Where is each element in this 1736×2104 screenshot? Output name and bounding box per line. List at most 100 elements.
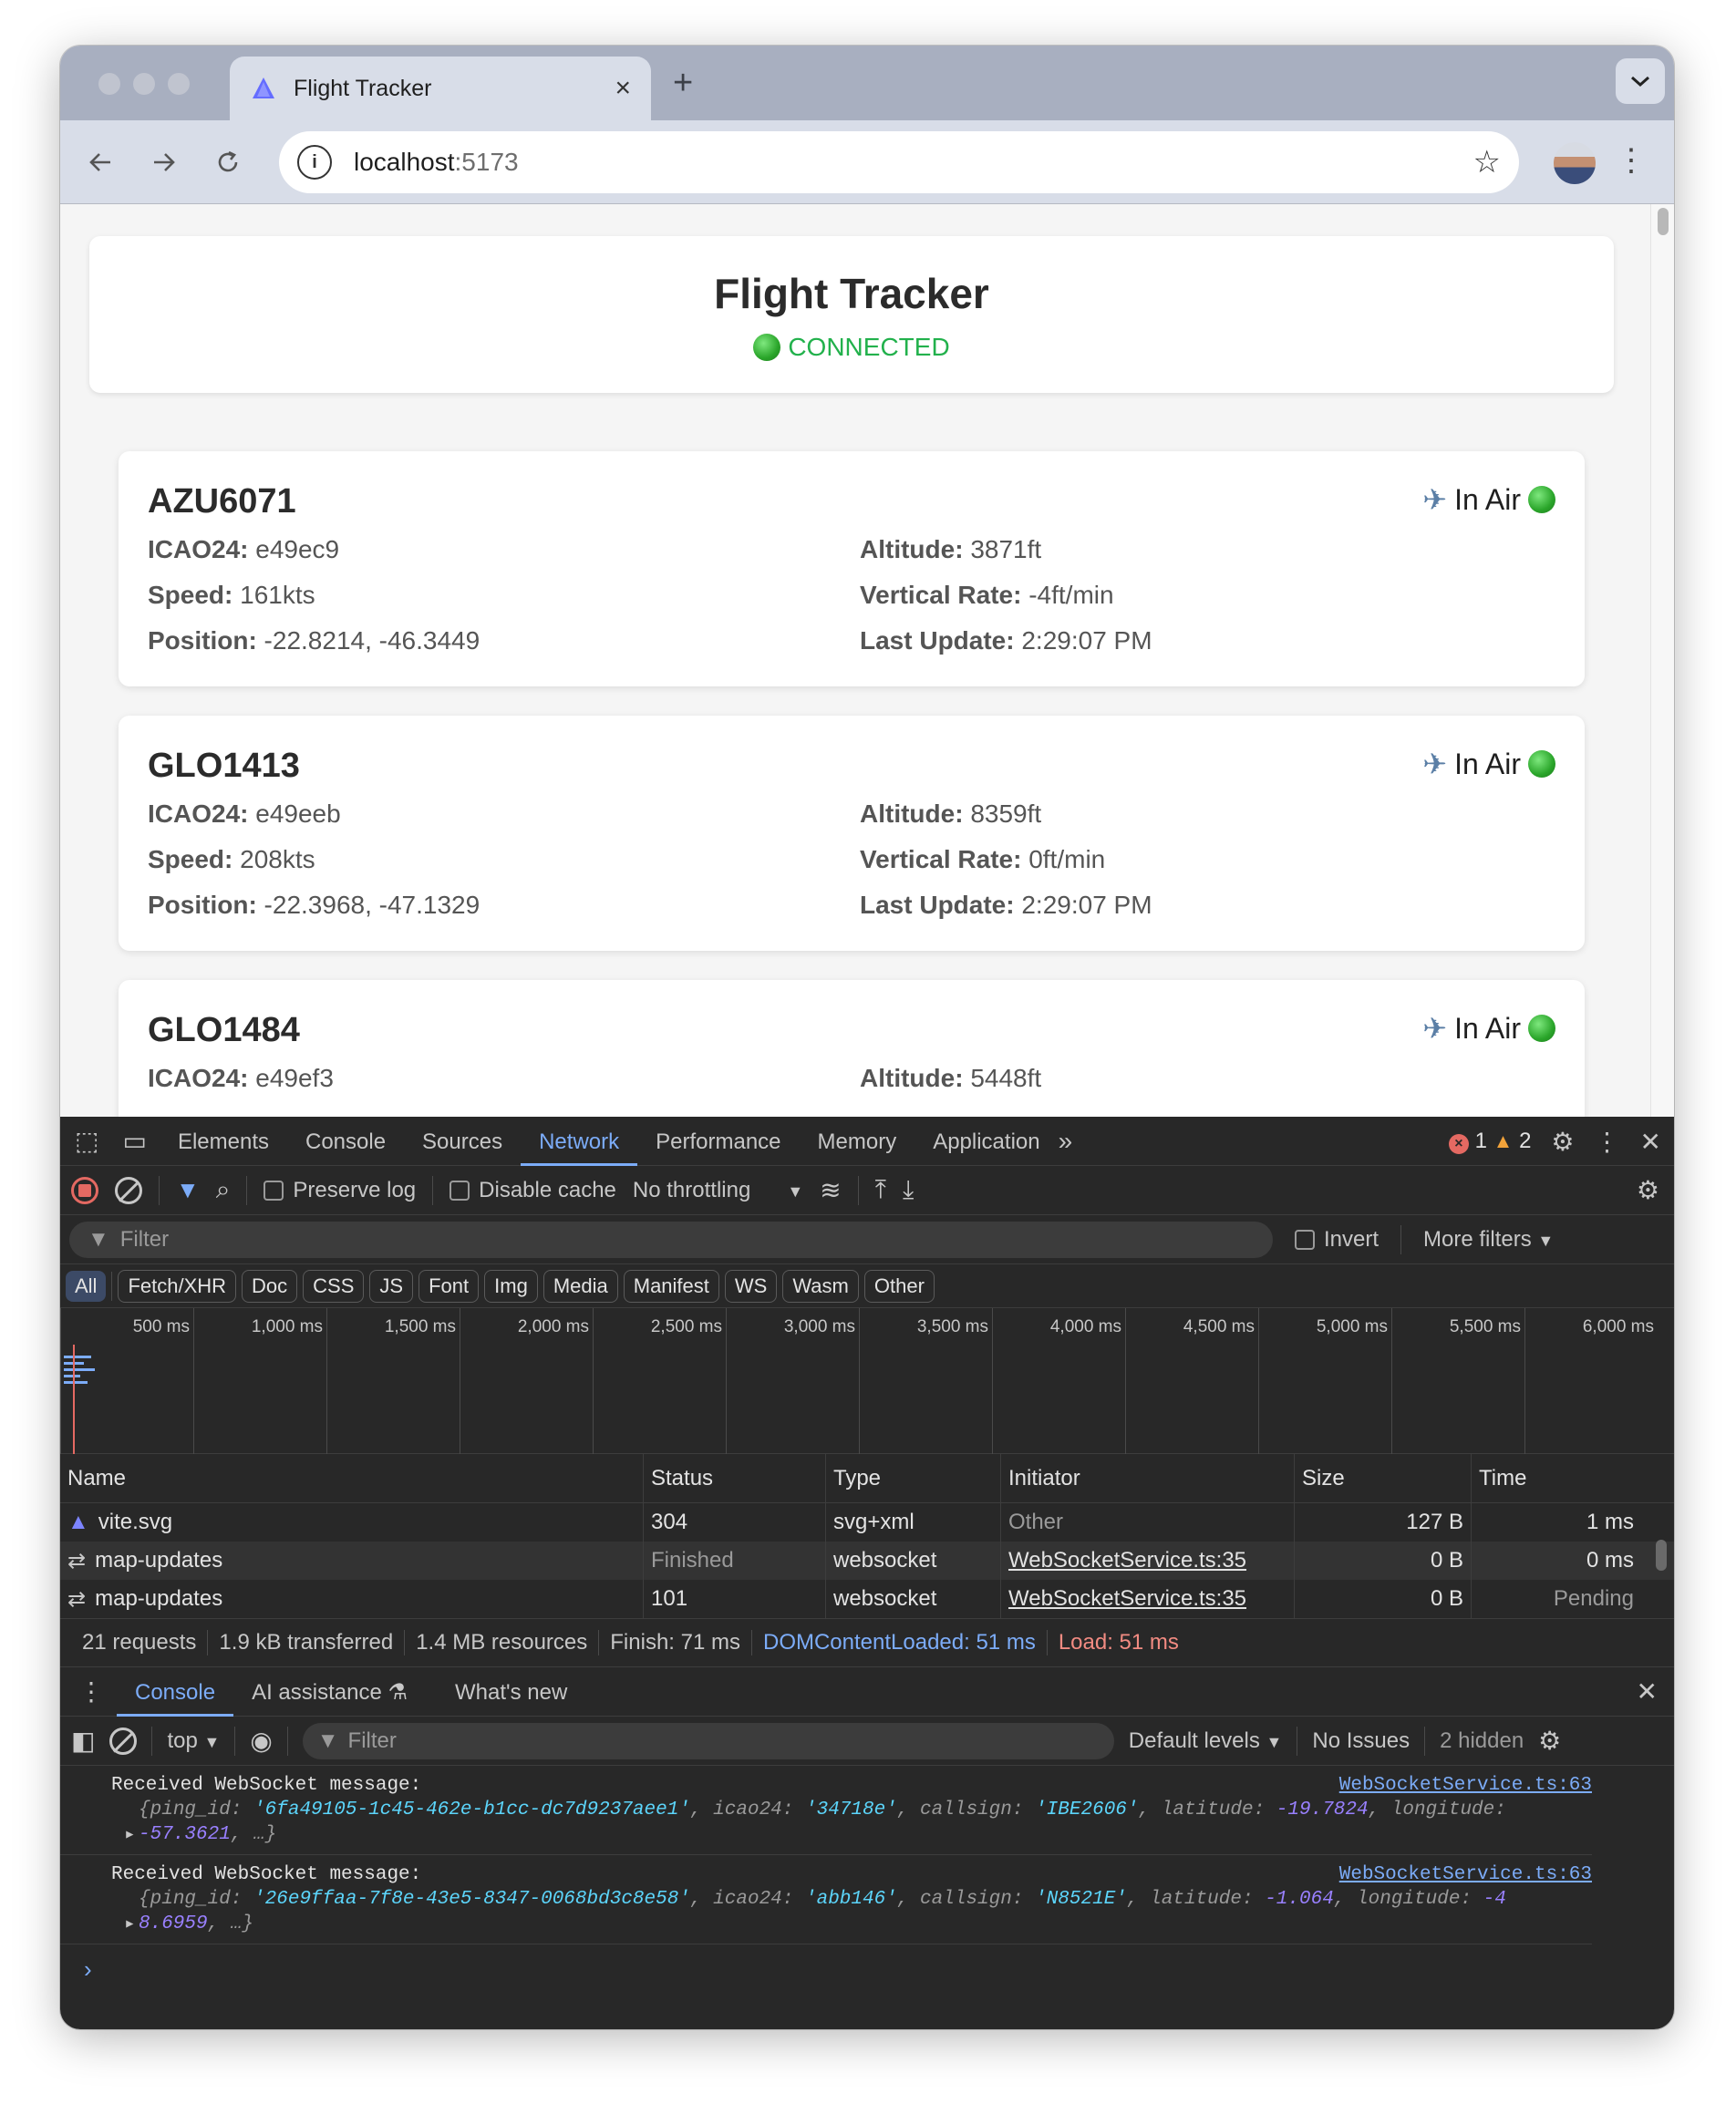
- console-filter-input[interactable]: ▼ Filter: [302, 1722, 1114, 1759]
- filter-funnel-icon[interactable]: ▼: [176, 1176, 200, 1204]
- site-info-icon[interactable]: i: [297, 145, 332, 180]
- clear-console-button[interactable]: [109, 1727, 138, 1755]
- upload-icon[interactable]: ⤒: [875, 1175, 886, 1205]
- console-filter-placeholder: Filter: [347, 1728, 397, 1753]
- address-bar[interactable]: i localhost:5173 ☆: [279, 131, 1519, 193]
- timeline-tick-label: 5,500 ms: [1449, 1317, 1521, 1336]
- close-drawer-icon[interactable]: ✕: [1637, 1676, 1658, 1707]
- drawer-tab-whats-new[interactable]: What's new: [437, 1667, 585, 1717]
- toolbar-divider: [857, 1175, 859, 1205]
- context-value: top: [167, 1728, 198, 1753]
- column-header-type[interactable]: Type: [826, 1454, 1001, 1502]
- new-tab-button[interactable]: +: [673, 64, 693, 103]
- column-header-status[interactable]: Status: [644, 1454, 826, 1502]
- chip-ws[interactable]: WS: [724, 1269, 778, 1303]
- tab-performance[interactable]: Performance: [637, 1117, 799, 1166]
- network-overview-timeline[interactable]: 500 ms 1,000 ms 1,500 ms 2,000 ms 2,500 …: [60, 1308, 1674, 1454]
- column-header-size[interactable]: Size: [1295, 1454, 1472, 1502]
- chip-manifest[interactable]: Manifest: [623, 1269, 719, 1303]
- tab-network[interactable]: Network: [521, 1117, 638, 1166]
- browser-menu-icon[interactable]: ⋮: [1616, 142, 1647, 179]
- chip-all[interactable]: All: [66, 1270, 107, 1302]
- throttling-select[interactable]: No throttling ▼: [633, 1178, 803, 1203]
- column-header-name[interactable]: Name: [60, 1454, 644, 1502]
- tab-console[interactable]: Console: [287, 1117, 404, 1166]
- close-devtools-icon[interactable]: ✕: [1640, 1127, 1661, 1157]
- more-filters-dropdown[interactable]: More filters ▼: [1423, 1227, 1554, 1253]
- preserve-log-checkbox[interactable]: Preserve log: [264, 1178, 416, 1203]
- disable-cache-checkbox[interactable]: Disable cache: [450, 1178, 616, 1203]
- drawer-tab-ai-assistance[interactable]: AI assistance ⚗: [233, 1667, 426, 1717]
- search-icon[interactable]: ⌕: [216, 1175, 231, 1205]
- chip-other[interactable]: Other: [863, 1269, 935, 1303]
- issues-button[interactable]: No Issues: [1312, 1728, 1410, 1754]
- tab-memory[interactable]: Memory: [800, 1117, 915, 1166]
- tab-elements[interactable]: Elements: [160, 1117, 287, 1166]
- invert-checkbox[interactable]: Invert: [1295, 1227, 1379, 1253]
- back-button[interactable]: [78, 140, 122, 184]
- devtools-menu-icon[interactable]: ⋮: [1595, 1127, 1620, 1157]
- column-header-initiator[interactable]: Initiator: [1001, 1454, 1295, 1502]
- tab-search-button[interactable]: [1616, 58, 1665, 104]
- message-source-link[interactable]: WebSocketService.ts:63: [1339, 1862, 1592, 1887]
- summary-transferred: 1.9 kB transferred: [208, 1630, 406, 1655]
- network-settings-gear-icon[interactable]: ⚙: [1637, 1175, 1659, 1205]
- expandable-object[interactable]: {ping_id: '26e9ffaa-7f8e-43e5-8347-0068b…: [111, 1887, 1592, 1937]
- airplane-icon: ✈: [1422, 748, 1448, 780]
- table-row[interactable]: ⇄ map-updates 101 websocket WebSocketServ…: [60, 1580, 1674, 1618]
- clear-button[interactable]: [115, 1176, 142, 1204]
- chip-fetch-xhr[interactable]: Fetch/XHR: [118, 1269, 237, 1303]
- green-circle-icon: [753, 334, 781, 361]
- forward-button[interactable]: [142, 140, 186, 184]
- page-scroll-thumb[interactable]: [1658, 208, 1669, 235]
- tab-sources[interactable]: Sources: [404, 1117, 521, 1166]
- drawer-menu-icon[interactable]: ⋮: [60, 1676, 117, 1707]
- column-header-time[interactable]: Time: [1472, 1454, 1641, 1502]
- reload-button[interactable]: [206, 140, 250, 184]
- expandable-object[interactable]: {ping_id: '6fa49105-1c45-462e-b1cc-dc7d9…: [111, 1798, 1592, 1848]
- network-filter-input[interactable]: ▼ Filter: [69, 1221, 1273, 1258]
- websocket-arrows-icon: ⇄: [67, 1548, 87, 1573]
- zoom-window-button[interactable]: [168, 73, 190, 95]
- more-tabs-icon[interactable]: »: [1059, 1127, 1073, 1156]
- close-window-button[interactable]: [98, 73, 120, 95]
- inspect-element-icon[interactable]: ⬚: [60, 1126, 109, 1156]
- chip-js[interactable]: JS: [369, 1269, 414, 1303]
- table-row[interactable]: ▲ vite.svg 304 svg+xml Other 127 B 1 ms: [60, 1503, 1674, 1542]
- browser-tab[interactable]: Flight Tracker ×: [230, 57, 651, 120]
- error-count[interactable]: × 1 ▲ 2: [1448, 1129, 1531, 1154]
- table-scroll-thumb[interactable]: [1656, 1540, 1667, 1571]
- chip-font[interactable]: Font: [418, 1269, 480, 1303]
- network-conditions-icon[interactable]: ≋: [820, 1175, 841, 1205]
- settings-gear-icon[interactable]: ⚙: [1551, 1127, 1574, 1157]
- timeline-tick-label: 1,500 ms: [384, 1317, 456, 1336]
- context-selector[interactable]: top ▼: [167, 1728, 220, 1754]
- message-source-link[interactable]: WebSocketService.ts:63: [1339, 1773, 1592, 1798]
- profile-avatar[interactable]: [1554, 142, 1596, 184]
- minimize-window-button[interactable]: [133, 73, 155, 95]
- page-scrollbar[interactable]: [1650, 204, 1674, 1117]
- table-row[interactable]: ⇄ map-updates Finished websocket WebSocke…: [60, 1542, 1674, 1580]
- speed-field: Speed: 161kts: [148, 581, 315, 610]
- chip-img[interactable]: Img: [484, 1269, 538, 1303]
- console-prompt[interactable]: ›: [60, 1944, 1674, 1984]
- flight-status-text: In Air: [1454, 747, 1521, 780]
- live-expression-eye-icon[interactable]: ◉: [250, 1726, 272, 1756]
- tab-application[interactable]: Application: [914, 1117, 1058, 1166]
- chip-wasm[interactable]: Wasm: [782, 1269, 859, 1303]
- tab-close-icon[interactable]: ×: [615, 73, 631, 104]
- download-icon[interactable]: ⤓: [903, 1175, 914, 1205]
- chip-css[interactable]: CSS: [303, 1269, 365, 1303]
- chip-doc[interactable]: Doc: [242, 1269, 298, 1303]
- device-toolbar-icon[interactable]: ▭: [109, 1126, 159, 1156]
- flight-status-text: In Air: [1454, 1011, 1521, 1045]
- drawer-tab-console[interactable]: Console: [117, 1667, 234, 1717]
- sidebar-toggle-icon[interactable]: ◧: [71, 1726, 95, 1756]
- request-initiator-link[interactable]: WebSocketService.ts:35: [1008, 1548, 1246, 1573]
- console-settings-gear-icon[interactable]: ⚙: [1538, 1726, 1561, 1756]
- bookmark-star-icon[interactable]: ☆: [1473, 144, 1501, 180]
- log-levels-dropdown[interactable]: Default levels ▼: [1129, 1728, 1283, 1754]
- chip-media[interactable]: Media: [542, 1269, 618, 1303]
- record-stop-button[interactable]: [71, 1176, 98, 1204]
- request-initiator-link[interactable]: WebSocketService.ts:35: [1008, 1586, 1246, 1612]
